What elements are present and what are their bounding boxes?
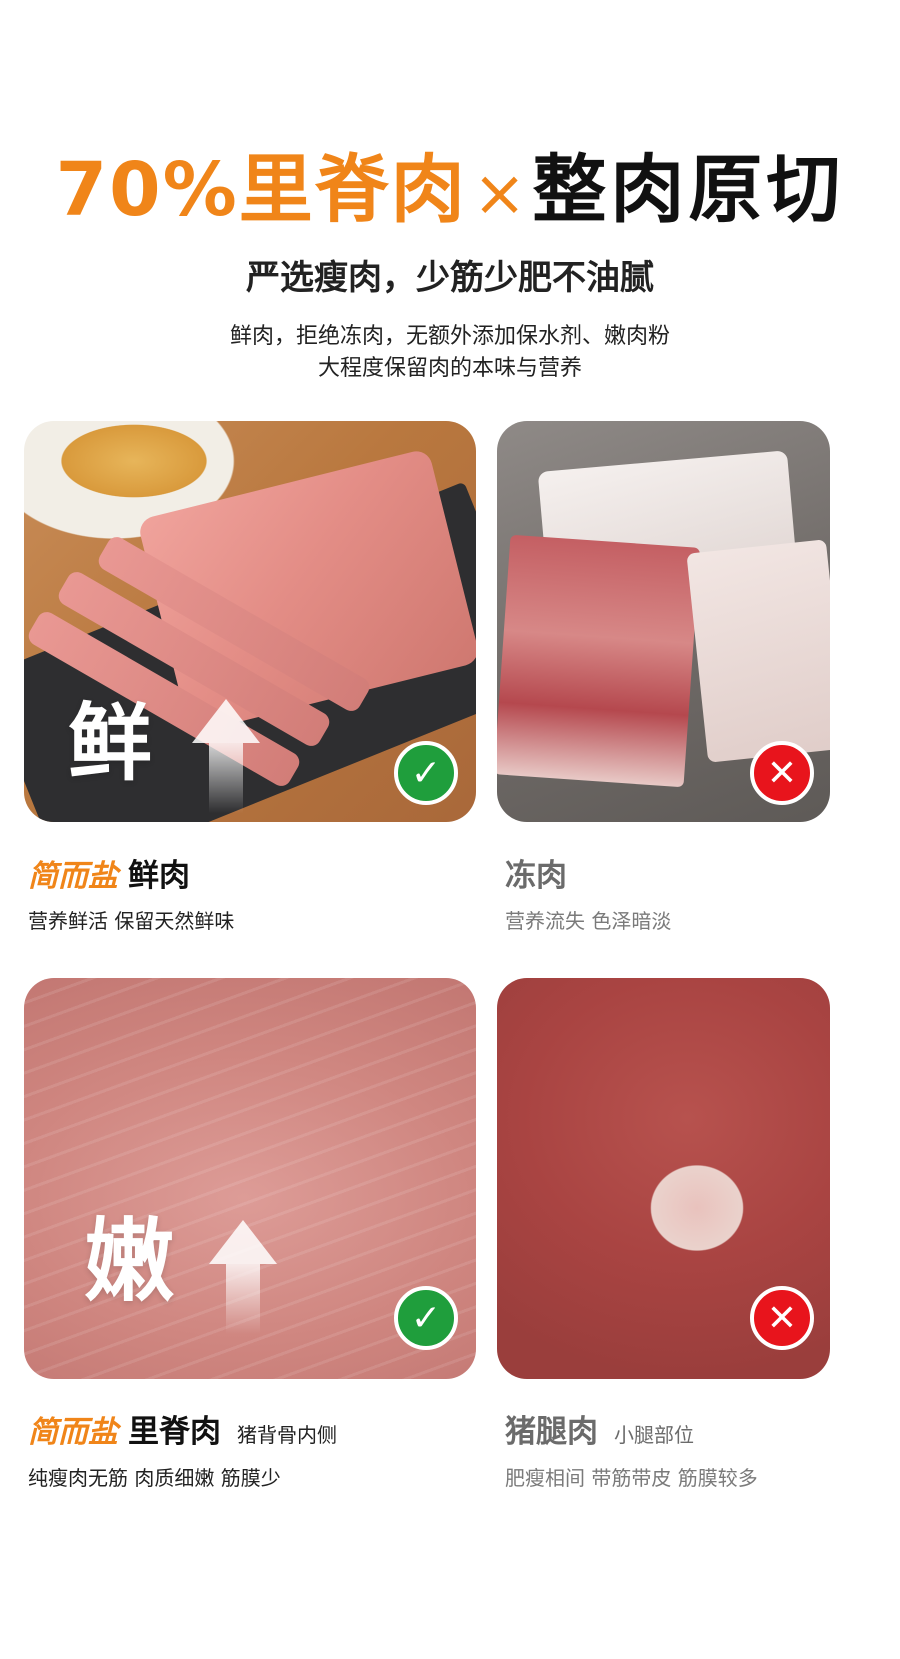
tenderloin-caption: 纯瘦肉无筋 肉质细嫩 筋膜少 <box>28 1466 281 1490</box>
frozen-caption: 营养流失 色泽暗淡 <box>505 909 672 933</box>
pork-leg-image: ✕ <box>497 978 830 1379</box>
fresh-label: 简而盐 鲜肉 <box>28 850 190 895</box>
fresh-meat-image: 鲜 ✓ <box>24 421 476 822</box>
fresh-overlay-char: 鲜 <box>68 694 153 792</box>
description-line-1: 鲜肉，拒绝冻肉，无额外添加保水剂、嫩肉粉 <box>229 324 670 349</box>
description-line-2: 大程度保留肉的本味与营养 <box>317 356 582 381</box>
headline-highlight: 70%里脊肉 <box>55 147 467 233</box>
frozen-title: 冻肉 <box>505 858 567 894</box>
tenderloin-title: 里脊肉 <box>128 1414 221 1450</box>
cross-icon: ✕ <box>750 741 814 805</box>
headline-main: 整肉原切 <box>532 147 845 233</box>
pork-leg-note: 小腿部位 <box>614 1423 694 1447</box>
tenderloin-label: 简而盐 里脊肉 猪背骨内侧 <box>28 1406 337 1451</box>
frozen-meat-image: ✕ <box>497 421 830 822</box>
brand-name: 简而盐 <box>28 859 118 894</box>
fresh-title: 鲜肉 <box>128 858 190 894</box>
cross-icon: ✕ <box>750 1286 814 1350</box>
frozen-slab <box>686 539 830 763</box>
subheading: 严选瘦肉，少筋少肥不油腻 <box>246 258 654 298</box>
up-arrow-stem <box>226 1264 260 1334</box>
pork-leg-title: 猪腿肉 <box>505 1414 598 1450</box>
headline: 70%里脊肉×整肉原切 <box>0 130 900 237</box>
brand-name: 简而盐 <box>28 1415 118 1450</box>
check-icon: ✓ <box>394 741 458 805</box>
tenderloin-note: 猪背骨内侧 <box>237 1423 337 1447</box>
headline-separator: × <box>472 157 527 231</box>
pork-leg-caption: 肥瘦相间 带筋带皮 筋膜较多 <box>505 1466 758 1490</box>
pork-leg-label: 猪腿肉 小腿部位 <box>505 1406 694 1451</box>
check-icon: ✓ <box>394 1286 458 1350</box>
up-arrow-stem <box>209 743 243 813</box>
frozen-label: 冻肉 <box>505 850 567 895</box>
up-arrow-icon <box>192 699 260 743</box>
fresh-caption: 营养鲜活 保留天然鲜味 <box>28 909 235 933</box>
tenderloin-image: 嫩 ✓ <box>24 978 476 1379</box>
tender-overlay-char: 嫩 <box>84 1209 174 1314</box>
frozen-pork-belly <box>497 534 701 788</box>
up-arrow-icon <box>209 1220 277 1264</box>
